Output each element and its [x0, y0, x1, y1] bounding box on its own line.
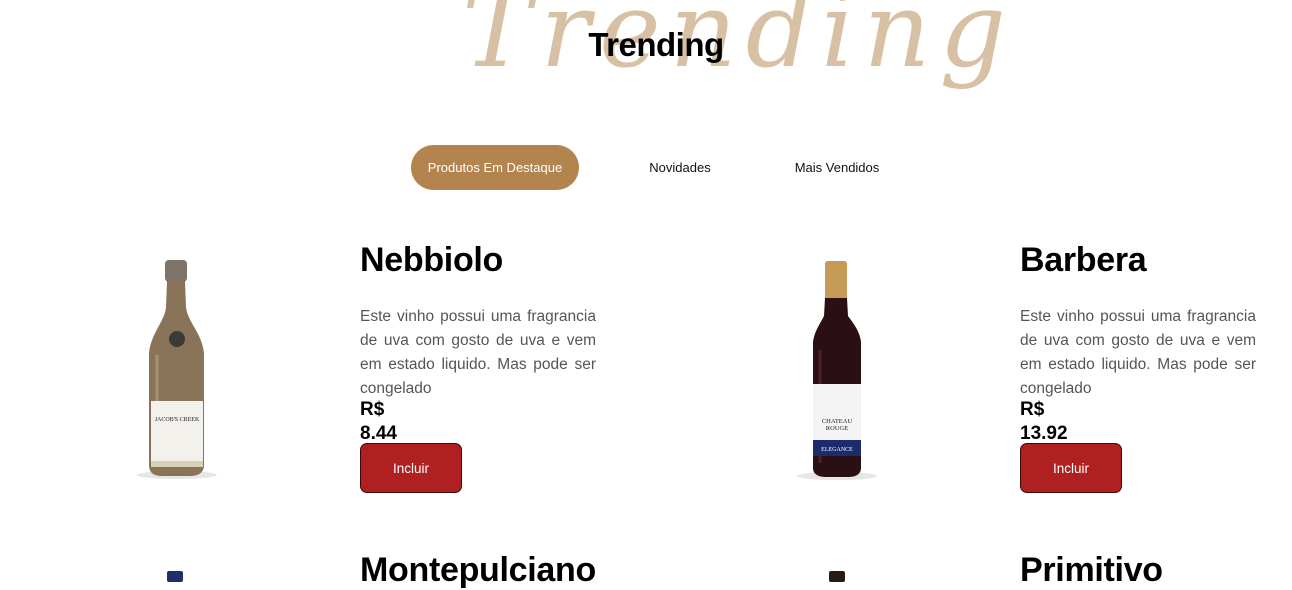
add-to-cart-button[interactable]: Incluir	[360, 443, 462, 493]
bottle-label-text: CHATEAU	[822, 418, 853, 425]
wine-bottle-image[interactable]: CHATEAU ROUGE ELEGANCE	[790, 258, 885, 483]
product-name: Montepulciano	[360, 551, 596, 589]
product-description: Este vinho possui uma fragrancia de uva …	[1020, 308, 1256, 397]
wine-bottle-image[interactable]: JACOB'S CREEK	[130, 255, 225, 483]
add-to-cart-button[interactable]: Incluir	[1020, 443, 1122, 493]
tab-novidades[interactable]: Novidades	[639, 145, 721, 190]
bottle-label-text: ROUGE	[826, 425, 848, 432]
bottle-label-text: ELEGANCE	[821, 447, 853, 453]
product-name: Nebbiolo	[360, 241, 504, 279]
product-name: Barbera	[1020, 241, 1147, 279]
bottle-label-text: JACOB'S CREEK	[155, 417, 200, 423]
product-price: R$ 8.44	[360, 399, 397, 444]
tab-produtos-em-destaque[interactable]: Produtos Em Destaque	[411, 145, 579, 190]
product-price: R$ 13.92	[1020, 399, 1068, 444]
product-description: Este vinho possui uma fragrancia de uva …	[360, 308, 596, 397]
wine-bottle-image[interactable]	[822, 568, 852, 582]
section-title: Trending	[588, 26, 724, 63]
product-name: Primitivo	[1020, 551, 1163, 589]
wine-bottle-image[interactable]	[160, 568, 190, 582]
tab-mais-vendidos[interactable]: Mais Vendidos	[789, 145, 885, 190]
